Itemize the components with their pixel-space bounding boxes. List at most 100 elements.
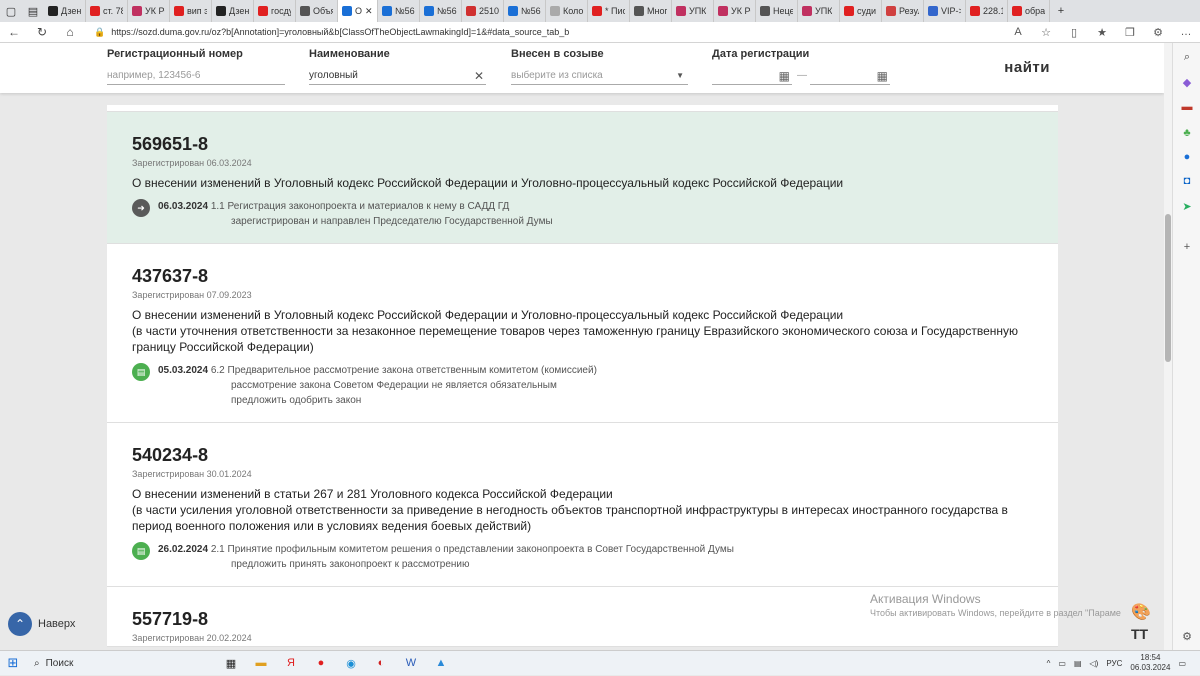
tab-actions-icon[interactable]: ▤ bbox=[22, 0, 44, 22]
task-view-icon[interactable]: ▦ bbox=[216, 651, 246, 676]
yandex-browser-icon[interactable]: ● bbox=[306, 651, 336, 676]
date-from-input[interactable]: ▦ bbox=[712, 67, 792, 85]
font-size-icon[interactable]: TT bbox=[1131, 626, 1148, 642]
bill-title[interactable]: О внесении изменений в Уголовный кодекс … bbox=[132, 307, 1033, 355]
photos-icon[interactable]: ▲ bbox=[426, 651, 456, 676]
new-tab-button[interactable]: + bbox=[1050, 0, 1072, 22]
browser-tab[interactable]: УПК bbox=[798, 0, 840, 22]
browser-tab[interactable]: УК РФ bbox=[714, 0, 756, 22]
bill-registered-date: Зарегистрирован 20.02.2024 bbox=[132, 633, 252, 643]
yandex-icon[interactable]: Я bbox=[276, 651, 306, 676]
search-icon: ⌕ bbox=[34, 657, 40, 669]
bill-card[interactable]: 437637-8 Зарегистрирован 07.09.2023 О внес… bbox=[107, 244, 1058, 423]
extensions-icon[interactable]: ⚙ bbox=[1144, 26, 1172, 39]
settings-gear-icon[interactable]: ⚙ bbox=[1179, 629, 1195, 645]
windows-start-icon[interactable]: ⊞ bbox=[0, 655, 26, 671]
bill-stage: ▤ 26.02.2024 2.1 Принятие профильным коми… bbox=[132, 542, 1033, 586]
favorite-star-icon[interactable]: ☆ bbox=[1032, 26, 1060, 39]
language-indicator[interactable]: РУС bbox=[1106, 659, 1122, 668]
search-icon[interactable]: ⌕ bbox=[1179, 49, 1195, 65]
bill-card[interactable]: 540234-8 Зарегистрирован 30.01.2024 О внес… bbox=[107, 423, 1058, 587]
bill-number[interactable]: 437637-8 bbox=[132, 244, 1033, 287]
network-icon[interactable]: ▤ bbox=[1074, 659, 1082, 668]
to-top-button[interactable]: ⌃ Наверх bbox=[8, 612, 75, 636]
bill-number[interactable]: 540234-8 bbox=[132, 423, 1033, 466]
reg-number-input[interactable]: например, 123456-6 bbox=[107, 67, 285, 85]
more-icon[interactable]: … bbox=[1172, 26, 1200, 38]
chevron-up-icon[interactable]: ^ bbox=[1047, 659, 1051, 668]
clock[interactable]: 18:54 06.03.2024 bbox=[1130, 653, 1170, 673]
browser-tab[interactable]: №569 bbox=[504, 0, 546, 22]
tag-icon[interactable]: ◆ bbox=[1179, 75, 1195, 91]
browser-tab[interactable]: обра bbox=[1008, 0, 1050, 22]
browser-tab[interactable]: Коло bbox=[546, 0, 588, 22]
convocation-select[interactable]: выберите из списка ▼ bbox=[511, 67, 688, 85]
window-menu-icon[interactable]: ▢ bbox=[0, 0, 22, 22]
browser-tab[interactable]: №569 bbox=[420, 0, 462, 22]
browser-tab[interactable]: Объя bbox=[296, 0, 338, 22]
calendar-icon[interactable]: ▦ bbox=[877, 67, 888, 85]
collections-icon[interactable]: ❐ bbox=[1116, 26, 1144, 39]
tab-label: Объя bbox=[313, 6, 333, 16]
browser-tab[interactable]: УК РФ bbox=[128, 0, 170, 22]
bill-card[interactable]: 569651-8 Зарегистрирован 06.03.2024 О внес… bbox=[107, 112, 1058, 244]
word-icon[interactable]: W bbox=[396, 651, 426, 676]
stage-text: 6.2 Предварительное рассмотрение закона … bbox=[210, 365, 597, 376]
back-icon[interactable]: ← bbox=[0, 25, 28, 39]
browser-tab[interactable]: суди bbox=[840, 0, 882, 22]
close-tab-icon[interactable]: ✕ bbox=[365, 6, 373, 17]
browser-tab[interactable]: Мног bbox=[630, 0, 672, 22]
calendar-icon[interactable]: ▦ bbox=[779, 67, 790, 85]
scrollbar-thumb[interactable] bbox=[1165, 214, 1171, 362]
find-button[interactable]: найти bbox=[1004, 59, 1050, 76]
clear-icon[interactable]: ✕ bbox=[474, 67, 484, 85]
edge-icon[interactable]: ◉ bbox=[336, 651, 366, 676]
file-explorer-icon[interactable]: ▬ bbox=[246, 651, 276, 676]
volume-icon[interactable]: ◁) bbox=[1090, 659, 1099, 668]
browser-tab[interactable]: Неце bbox=[756, 0, 798, 22]
refresh-icon[interactable]: ↻ bbox=[28, 25, 56, 39]
bill-number[interactable]: 569651-8 bbox=[132, 112, 1033, 155]
send-icon[interactable]: ➤ bbox=[1179, 199, 1195, 215]
stage-detail: предложить принять законопроект к рассмо… bbox=[231, 559, 470, 570]
date-to-input[interactable]: ▦ bbox=[810, 67, 890, 85]
browser-tab[interactable]: №569 bbox=[378, 0, 420, 22]
browser-tab[interactable]: Дзен bbox=[212, 0, 254, 22]
browser-tab[interactable]: УПК bbox=[672, 0, 714, 22]
bill-title[interactable]: О внесении изменений в Уголовный кодекс … bbox=[132, 175, 1033, 191]
app-icon[interactable]: ◐ bbox=[366, 651, 396, 676]
notifications-icon[interactable]: ▭ bbox=[1178, 659, 1186, 668]
browser-tab[interactable]: 25106 bbox=[462, 0, 504, 22]
browser-tab[interactable]: вип э bbox=[170, 0, 212, 22]
name-input[interactable]: уголовный ✕ bbox=[309, 67, 486, 85]
bill-title[interactable]: О внесении изменений в статьи 267 и 281 … bbox=[132, 486, 1033, 534]
copilot-icon[interactable]: ● bbox=[1179, 149, 1195, 165]
browser-tab[interactable]: Дзен bbox=[44, 0, 86, 22]
tab-label: Дзен bbox=[61, 6, 81, 16]
browser-tab[interactable]: VIP-> bbox=[924, 0, 966, 22]
tab-favicon-icon bbox=[90, 6, 100, 16]
outlook-icon[interactable]: ◘ bbox=[1179, 173, 1195, 189]
battery-icon[interactable]: ▭ bbox=[1058, 659, 1066, 668]
browser-tab[interactable]: О ✕ bbox=[338, 0, 378, 22]
browser-tab[interactable]: ст. 78 bbox=[86, 0, 128, 22]
tab-label: * Пис bbox=[605, 6, 625, 16]
browser-tab[interactable]: Резул bbox=[882, 0, 924, 22]
browser-tab[interactable]: госду bbox=[254, 0, 296, 22]
tab-label: №569 bbox=[521, 6, 541, 16]
tab-favicon-icon bbox=[592, 6, 602, 16]
briefcase-icon[interactable]: ▬ bbox=[1179, 99, 1195, 115]
palette-icon[interactable]: 🎨 bbox=[1131, 602, 1151, 622]
page-scrollbar[interactable] bbox=[1164, 43, 1172, 650]
browser-tab[interactable]: * Пис bbox=[588, 0, 630, 22]
tab-label: Дзен bbox=[229, 6, 249, 16]
split-screen-icon[interactable]: ▯ bbox=[1060, 26, 1088, 39]
browser-tab[interactable]: 228.1 bbox=[966, 0, 1008, 22]
add-icon[interactable]: + bbox=[1179, 239, 1195, 255]
url-field[interactable]: 🔒 https://sozd.duma.gov.ru/oz?b[Annotati… bbox=[90, 24, 998, 40]
games-icon[interactable]: ♣ bbox=[1179, 125, 1195, 141]
read-aloud-icon[interactable]: A bbox=[1004, 26, 1032, 38]
favorites-icon[interactable]: ★ bbox=[1088, 26, 1116, 39]
taskbar-search[interactable]: ⌕ Поиск bbox=[26, 658, 216, 669]
home-icon[interactable]: ⌂ bbox=[56, 25, 84, 39]
